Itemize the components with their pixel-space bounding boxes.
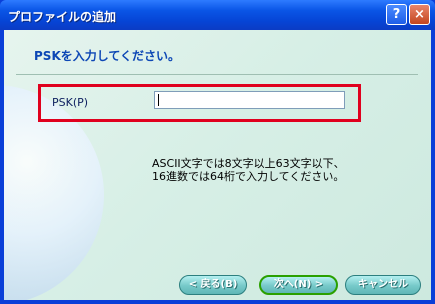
window-title: プロファイルの追加 (8, 10, 117, 24)
dialog-content: PSKを入力してください。 PSK(P) ASCII文字では8文字以上63文字以… (4, 30, 431, 300)
psk-label: PSK(P) (52, 96, 89, 109)
psk-note: ASCII文字では8文字以上63文字以下、 16進数では64桁で入力してください… (152, 157, 382, 183)
psk-note-line1: ASCII文字では8文字以上63文字以下、 (152, 157, 345, 170)
title-bar[interactable]: プロファイルの追加 ? × (0, 0, 435, 30)
divider (16, 74, 418, 75)
dialog-window: プロファイルの追加 ? × PSKを入力してください。 PSK(P) ASCII… (0, 0, 435, 304)
close-button[interactable]: × (409, 4, 430, 25)
psk-input[interactable] (154, 91, 345, 109)
help-button[interactable]: ? (386, 4, 407, 25)
next-button[interactable]: 次へ(N) > (259, 275, 338, 295)
cancel-button[interactable]: キャンセル (345, 275, 421, 295)
psk-note-line2: 16進数では64桁で入力してください。 (152, 170, 345, 183)
instruction-heading: PSKを入力してください。 (34, 49, 181, 63)
text-caret (158, 94, 159, 106)
back-button[interactable]: < 戻る(B) (179, 275, 247, 295)
